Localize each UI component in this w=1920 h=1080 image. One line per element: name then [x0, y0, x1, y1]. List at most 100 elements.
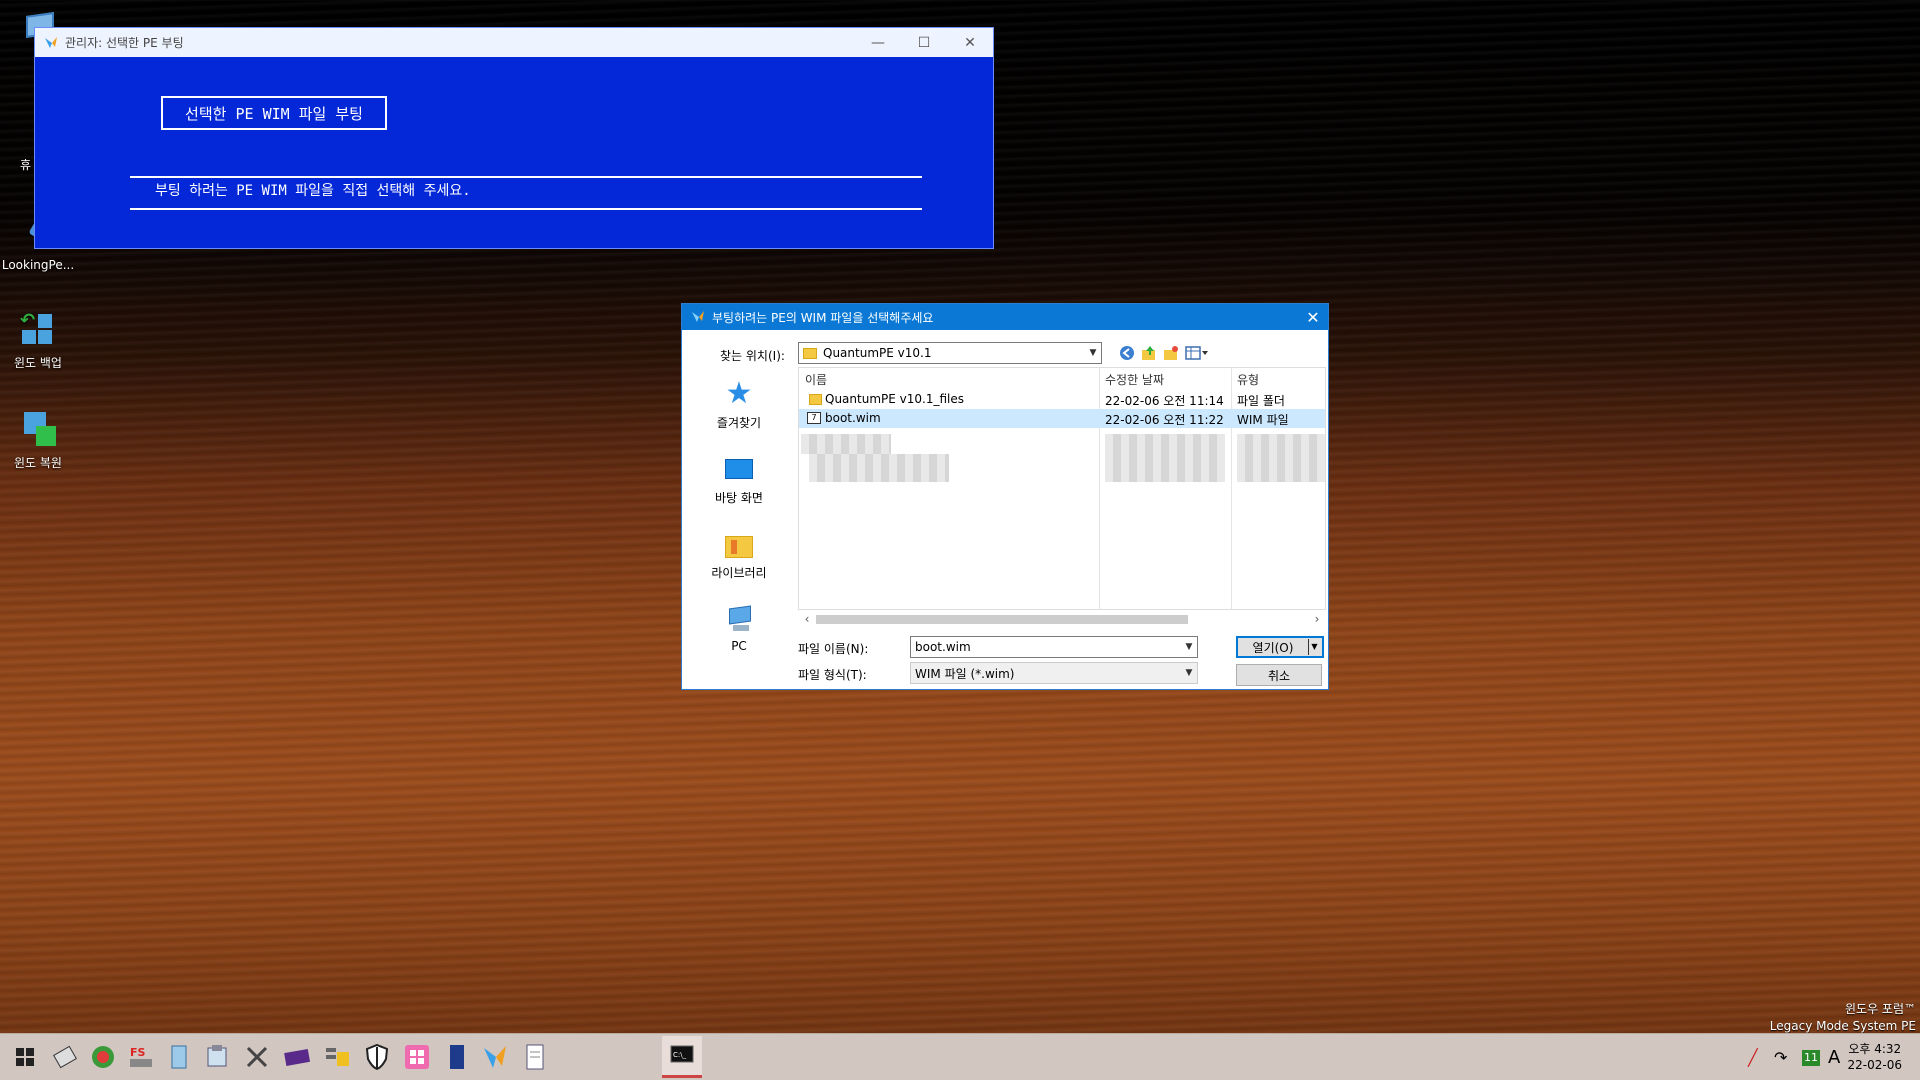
desktop-icon-windows-restore[interactable]: 윈도 복원 [0, 410, 76, 471]
look-in-value: QuantumPE v10.1 [823, 346, 932, 360]
shield-icon[interactable] [362, 1042, 392, 1072]
system-tray: ╱ ↷ 11 A [1748, 1034, 1840, 1080]
dialog-title: 부팅하려는 PE의 WIM 파일을 선택해주세요 [712, 310, 934, 325]
chevron-down-icon: ▼ [1185, 668, 1193, 678]
file-manager-icon[interactable] [164, 1042, 194, 1072]
pe-instruction-text: 부팅 하려는 PE WIM 파일을 직접 선택해 주세요. [155, 183, 471, 199]
cancel-button[interactable]: 취소 [1236, 664, 1322, 686]
filetype-select[interactable]: WIM 파일 (*.wim) ▼ [910, 662, 1198, 684]
close-icon[interactable]: ✕ [1298, 308, 1328, 327]
scroll-left-icon[interactable]: ‹ [798, 610, 816, 628]
close-icon[interactable]: ✕ [947, 35, 993, 51]
open-button[interactable]: 열기(O) ▼ [1236, 636, 1324, 658]
notepad-icon[interactable] [520, 1042, 550, 1072]
windows-icon[interactable] [402, 1042, 432, 1072]
taskmgr-icon[interactable] [322, 1042, 352, 1072]
tray-badge[interactable]: 11 [1802, 1049, 1820, 1066]
maximize-icon[interactable]: ☐ [901, 35, 947, 51]
filename-input[interactable]: boot.wim ▼ [910, 636, 1198, 658]
place-desktop[interactable]: 바탕 화면 [688, 445, 790, 520]
media-icon[interactable] [282, 1042, 312, 1072]
app-icon[interactable] [480, 1042, 510, 1072]
redacted-content [801, 434, 891, 454]
share-icon[interactable]: ↷ [1774, 1048, 1798, 1067]
scissors-icon[interactable] [242, 1042, 272, 1072]
redacted-content [1237, 434, 1325, 482]
desktop-icon-label: 휴 [20, 158, 32, 172]
place-label: 즐겨찾기 [716, 416, 762, 430]
desktop-icon-label: LookingPe... [1, 258, 75, 272]
open-button-label: 열기(O) [1252, 640, 1294, 655]
redacted-content [1105, 434, 1225, 482]
wim-file-icon: 7 [807, 412, 821, 424]
column-header-type[interactable]: 유형 [1231, 368, 1325, 390]
browser-icon[interactable] [88, 1042, 118, 1072]
place-favorites[interactable]: ★ 즐겨찾기 [688, 370, 790, 445]
usb-icon[interactable] [202, 1042, 232, 1072]
folder-icon [809, 394, 822, 405]
divider [130, 208, 922, 210]
desktop-icon-label: 윈도 복원 [14, 456, 62, 470]
look-in-label: 찾는 위치(I): [720, 349, 785, 363]
watermark: 윈도우 포럼™ Legacy Mode System PE [1770, 1000, 1916, 1033]
place-library[interactable]: 라이브러리 [688, 520, 790, 595]
svg-text:C:\_: C:\_ [673, 1051, 687, 1059]
chevron-down-icon[interactable]: ▼ [1308, 639, 1320, 655]
file-type: WIM 파일 [1237, 413, 1289, 427]
chevron-down-icon: ▼ [1089, 348, 1097, 358]
list-item[interactable]: QuantumPE v10.1_files 22-02-06 오전 11:14 … [799, 390, 1325, 409]
start-icon[interactable] [10, 1042, 40, 1072]
watermark-line: 윈도우 포럼™ [1844, 1002, 1916, 1016]
pe-window-title: 관리자: 선택한 PE 부팅 [65, 36, 184, 50]
clock-time: 오후 4:32 [1848, 1042, 1902, 1056]
list-item-selected[interactable]: 7 boot.wim 22-02-06 오전 11:22 WIM 파일 [799, 409, 1325, 428]
back-icon[interactable] [1117, 343, 1137, 363]
file-list: 이름 ^ 수정한 날짜 유형 QuantumPE v10.1_files 22-… [798, 367, 1326, 610]
cmd-icon[interactable]: C:\_ [662, 1036, 702, 1078]
open-file-dialog: 부팅하려는 PE의 WIM 파일을 선택해주세요 ✕ 찾는 위치(I): Qua… [681, 303, 1329, 690]
horizontal-scrollbar[interactable]: ‹ › [798, 610, 1326, 628]
scroll-thumb[interactable] [816, 615, 1188, 624]
pe-window-titlebar[interactable]: 관리자: 선택한 PE 부팅 — ☐ ✕ [35, 28, 993, 57]
filename-label: 파일 이름(N): [798, 642, 869, 656]
desktop-icon-label: 윈도 백업 [14, 356, 62, 370]
view-menu-icon[interactable] [1183, 343, 1211, 363]
scroll-right-icon[interactable]: › [1308, 610, 1326, 628]
look-in-combo[interactable]: QuantumPE v10.1 ▼ [798, 342, 1102, 364]
svg-text:FS: FS [130, 1046, 146, 1059]
pe-boot-window: 관리자: 선택한 PE 부팅 — ☐ ✕ 선택한 PE WIM 파일 부팅 부팅… [34, 27, 994, 249]
desktop-icon-windows-backup[interactable]: ↶ 윈도 백업 [0, 310, 76, 371]
filename-value: boot.wim [915, 640, 971, 654]
file-type: 파일 폴더 [1237, 394, 1285, 408]
divider [130, 176, 922, 178]
clock[interactable]: 오후 4:32 22-02-06 [1848, 1041, 1902, 1073]
pc-icon [723, 603, 755, 635]
file-date: 22-02-06 오전 11:22 [1105, 413, 1224, 427]
file-name: QuantumPE v10.1_files [825, 392, 964, 406]
windows-restore-icon [18, 410, 58, 450]
clock-date: 22-02-06 [1847, 1058, 1902, 1072]
fs-icon[interactable]: FS [126, 1042, 156, 1072]
ime-indicator[interactable]: A [1828, 1047, 1840, 1068]
boot-selected-pe-button[interactable]: 선택한 PE WIM 파일 부팅 [161, 96, 387, 130]
place-label: PC [731, 639, 747, 653]
app-icon [690, 309, 706, 325]
up-folder-icon[interactable] [1139, 343, 1159, 363]
book-icon[interactable] [442, 1042, 472, 1072]
minimize-icon[interactable]: — [855, 35, 901, 51]
file-name: boot.wim [825, 411, 881, 425]
file-date: 22-02-06 오전 11:14 [1105, 394, 1224, 408]
pen-icon[interactable]: ╱ [1748, 1048, 1768, 1067]
column-header-date[interactable]: 수정한 날짜 [1099, 368, 1231, 390]
taskbar: FS C:\_ ╱ ↷ 11 A 오후 4:32 22-02-06 [0, 1033, 1920, 1080]
desktop-icon [723, 453, 755, 485]
tools-icon[interactable] [50, 1042, 80, 1072]
place-label: 라이브러리 [711, 566, 767, 580]
place-pc[interactable]: PC [688, 595, 790, 670]
app-icon [43, 35, 59, 51]
filetype-value: WIM 파일 (*.wim) [915, 666, 1015, 681]
new-folder-icon[interactable] [1161, 343, 1181, 363]
places-bar: ★ 즐겨찾기 바탕 화면 라이브러리 PC [688, 370, 790, 670]
watermark-line: Legacy Mode System PE [1769, 1019, 1916, 1033]
dialog-titlebar[interactable]: 부팅하려는 PE의 WIM 파일을 선택해주세요 ✕ [682, 304, 1328, 330]
